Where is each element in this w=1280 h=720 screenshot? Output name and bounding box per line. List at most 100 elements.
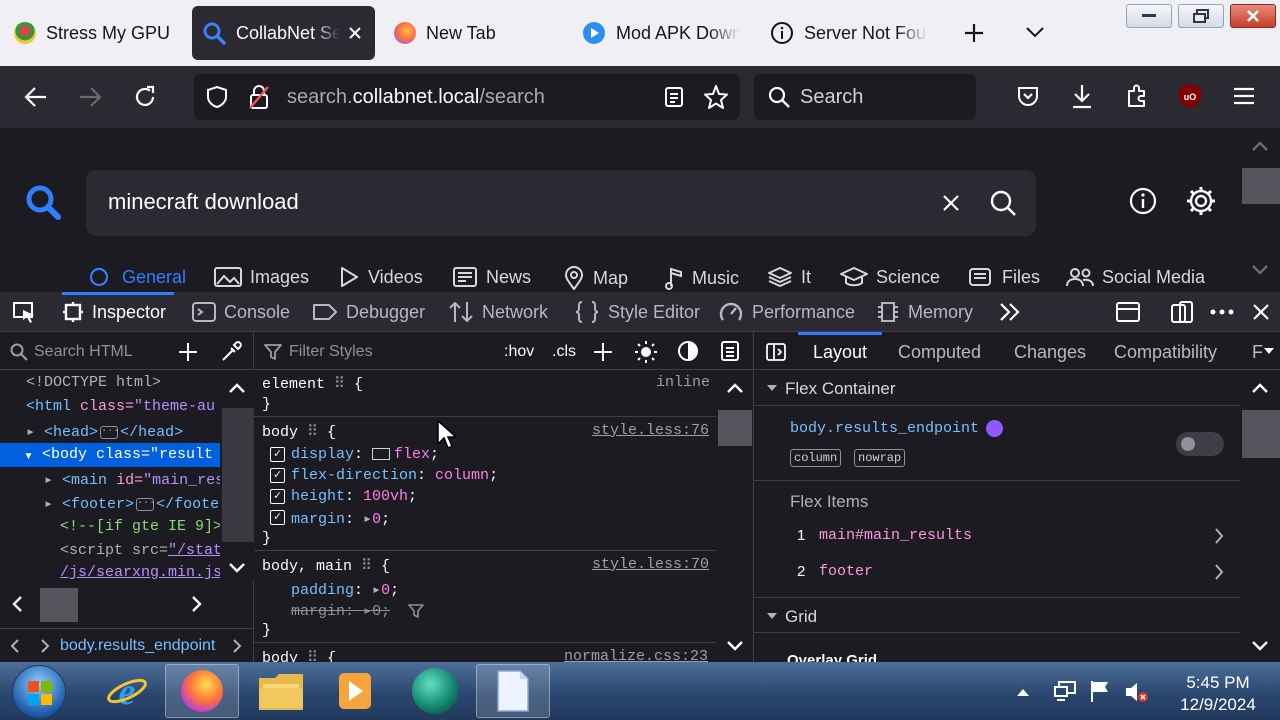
expand-arrow-icon[interactable]: ▸ [363, 511, 372, 528]
flex-container-selector[interactable]: body.results_endpoint [790, 420, 979, 437]
category-general[interactable]: General [88, 266, 186, 288]
download-icon[interactable] [1071, 83, 1093, 109]
category-images[interactable]: Images [214, 266, 309, 288]
tab-network[interactable]: Network [448, 292, 548, 332]
eyedropper-icon[interactable] [220, 341, 242, 363]
search-submit-icon[interactable] [989, 189, 1017, 217]
scroll-down-icon[interactable] [1251, 640, 1269, 652]
system-clock[interactable]: 5:45 PM 12/9/2024 [1166, 672, 1270, 716]
web-search-box[interactable]: Search [754, 74, 976, 120]
insecure-lock-icon[interactable] [248, 84, 270, 110]
flexbox-highlighter-icon[interactable] [372, 448, 391, 461]
ublock-origin-icon[interactable]: uO [1178, 83, 1202, 109]
declaration-checkbox[interactable]: ✓ [270, 489, 285, 504]
flex-item-row[interactable]: 2 footer [754, 554, 1240, 590]
rule-body-selector[interactable]: body ⠿ { [262, 422, 336, 441]
scroll-thumb[interactable] [40, 588, 78, 622]
tab-mod-apk[interactable]: Mod APK Down [582, 6, 742, 60]
show-hidden-icons-icon[interactable] [1016, 687, 1030, 697]
tab-debugger[interactable]: Debugger [312, 292, 425, 332]
flex-container-header[interactable]: Flex Container [754, 370, 1240, 406]
scroll-down-icon[interactable] [228, 562, 246, 574]
declaration-margin[interactable]: margin: ▸0; [291, 509, 390, 528]
markup-hscrollbar[interactable] [0, 588, 254, 622]
tab-layout[interactable]: Layout [813, 342, 867, 363]
rule-body-normalize[interactable]: body ⠿ { [262, 648, 336, 662]
expand-arrow-icon[interactable]: ▸ [44, 496, 53, 513]
rule-source-link[interactable]: normalize.css:23 [564, 648, 708, 662]
tab-compatibility[interactable]: Compatibility [1114, 342, 1217, 363]
category-social-media[interactable]: Social Media [1066, 266, 1205, 288]
flex-item-row[interactable]: 1 main#main_results [754, 518, 1240, 554]
scroll-thumb[interactable] [718, 410, 752, 446]
rule-source-link[interactable]: style.less:70 [592, 556, 709, 573]
category-science[interactable]: Science [840, 266, 940, 288]
expand-arrow-icon[interactable]: ▸ [372, 582, 381, 599]
scroll-up-icon[interactable] [726, 382, 744, 394]
forward-arrow-icon[interactable] [78, 86, 102, 108]
expand-arrow-icon[interactable]: ▸ [26, 424, 35, 441]
body-node-selected[interactable]: ▾ <body class="result [0, 443, 220, 467]
breadcrumb-left-icon[interactable] [10, 639, 20, 653]
hov-button[interactable]: :hov [504, 343, 534, 361]
declaration-checkbox[interactable]: ✓ [270, 510, 285, 525]
searxng-logo-icon[interactable] [24, 183, 62, 221]
rule-element[interactable]: element ⠿ { [262, 374, 363, 393]
start-button[interactable] [12, 665, 66, 719]
breadcrumb-right-icon[interactable] [232, 639, 242, 653]
scroll-up-icon[interactable] [1251, 382, 1269, 394]
flexbox-highlighter-toggle[interactable] [1176, 432, 1224, 456]
collapsed-ellipsis-icon[interactable]: ··· [136, 497, 155, 511]
volume-muted-icon[interactable] [1124, 680, 1150, 704]
head-node[interactable]: ▸ <head> ···</head> [26, 422, 183, 441]
rule-body-main-selector[interactable]: body, main ⠿ { [262, 556, 390, 575]
tab-changes[interactable]: Changes [1014, 342, 1086, 363]
more-tabs-chevrons-icon[interactable] [998, 302, 1022, 322]
url-bar[interactable]: search.collabnet.local/search [194, 74, 740, 120]
overridden-filter-icon[interactable] [408, 603, 424, 619]
category-map[interactable]: Map [563, 266, 628, 290]
declaration-height[interactable]: height: 100vh; [291, 488, 417, 505]
tab-memory[interactable]: Memory [876, 292, 973, 332]
markup-vscrollbar[interactable] [220, 370, 254, 580]
category-news[interactable]: News [452, 266, 531, 288]
tab-collabnet[interactable]: CollabNet Se [192, 6, 375, 60]
tab-fonts-truncated[interactable]: F [1252, 342, 1263, 363]
element-picker-icon[interactable] [12, 301, 36, 323]
toggle-split-console-icon[interactable] [1116, 301, 1140, 323]
main-node[interactable]: ▸ <main id="main_res [44, 470, 220, 489]
scroll-thumb[interactable] [222, 408, 254, 542]
more-options-icon[interactable] [1210, 309, 1234, 315]
back-arrow-icon[interactable] [24, 86, 48, 108]
footer-node[interactable]: ▸ <footer> ···</foote [44, 494, 219, 513]
tab-computed[interactable]: Computed [898, 342, 981, 363]
maximize-button[interactable] [1178, 4, 1224, 28]
tab-console[interactable]: Console [192, 292, 290, 332]
category-files[interactable]: Files [968, 266, 1040, 288]
collapse-triangle-icon[interactable] [766, 612, 778, 620]
comment-node[interactable]: <!--[if gte IE 9]> [60, 518, 220, 535]
rule-source-link[interactable]: style.less:76 [592, 422, 709, 439]
tab-style-editor[interactable]: Style Editor [574, 292, 700, 332]
clear-icon[interactable] [941, 193, 961, 213]
print-media-icon[interactable] [720, 340, 740, 362]
taskbar-notepad[interactable] [476, 664, 550, 718]
responsive-design-icon[interactable] [1170, 300, 1194, 324]
reader-view-icon[interactable] [664, 86, 684, 108]
taskbar-media-player[interactable] [318, 664, 392, 718]
hamburger-menu-icon[interactable] [1233, 86, 1255, 106]
taskbar-file-explorer[interactable] [244, 664, 318, 718]
page-scrollbar[interactable] [1240, 128, 1280, 292]
highlight-color-swatch[interactable] [986, 420, 1003, 437]
collapse-triangle-icon[interactable] [766, 384, 778, 392]
shield-icon[interactable] [206, 85, 228, 109]
info-icon[interactable] [1129, 187, 1157, 215]
scroll-up-icon[interactable] [1251, 140, 1269, 152]
rules-scrollbar[interactable] [716, 370, 754, 662]
tab-performance[interactable]: Performance [718, 292, 855, 332]
dark-mode-contrast-icon[interactable] [677, 340, 699, 362]
html-node[interactable]: <html class="theme-au [26, 398, 215, 415]
tab-new-tab[interactable]: New Tab [394, 6, 554, 60]
declaration-checkbox[interactable]: ✓ [270, 447, 285, 462]
light-mode-sun-icon[interactable] [634, 340, 658, 364]
